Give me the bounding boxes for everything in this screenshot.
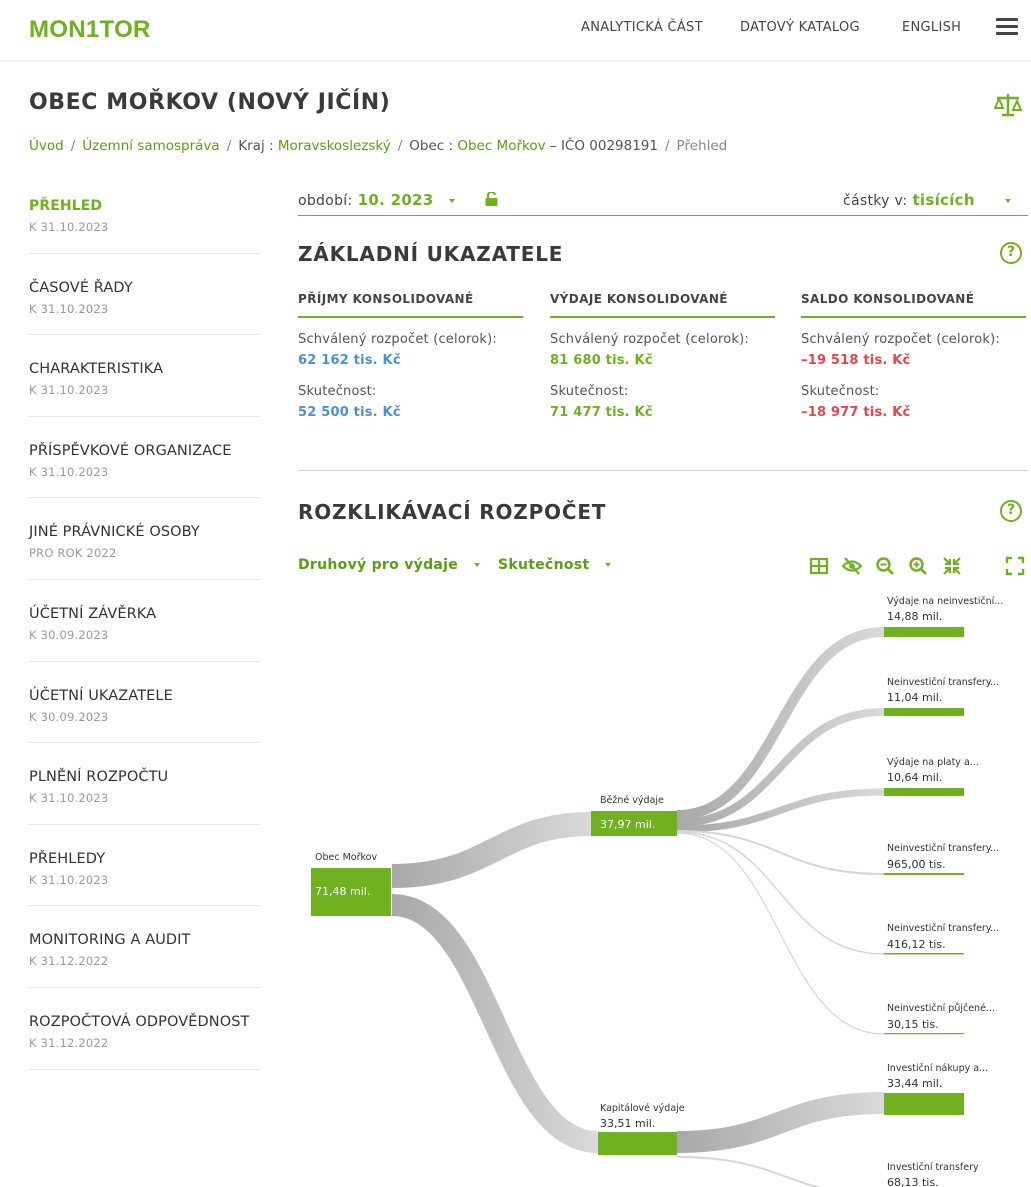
tree-leaf-value: 14,88 mil. bbox=[887, 610, 942, 623]
tree-leaf[interactable]: Neinvestiční transfery... 416,12 tis. bbox=[884, 923, 999, 955]
tree-leaf-name: Neinvestiční transfery... bbox=[887, 923, 999, 934]
tree-leaf-bar bbox=[884, 627, 964, 637]
tree-leaf[interactable]: Výdaje na neinvestiční... 14,88 mil. bbox=[884, 596, 1003, 637]
tree-leaf-value: 416,12 tis. bbox=[887, 938, 946, 951]
tree-leaf-value: 30,15 tis. bbox=[887, 1018, 939, 1031]
tree-node-value: 33,51 mil. bbox=[600, 1117, 655, 1130]
tree-node-name: Obec Mořkov bbox=[315, 852, 377, 863]
tree-link bbox=[676, 831, 885, 955]
tree-link bbox=[676, 830, 885, 875]
tree-node-bar bbox=[598, 1132, 677, 1155]
tree-leaf[interactable]: Neinvestiční transfery... 11,04 mil. bbox=[884, 677, 999, 716]
tree-leaf-name: Neinvestiční transfery... bbox=[887, 843, 999, 854]
tree-link bbox=[390, 894, 600, 1153]
tree-leaf-value: 68,13 tis. bbox=[887, 1176, 939, 1187]
tree-leaf-name: Neinvestiční půjčené... bbox=[887, 1003, 995, 1014]
tree-node-root[interactable]: Obec Mořkov 71,48 mil. bbox=[311, 852, 391, 916]
tree-leaf[interactable]: Investiční nákupy a... 33,44 mil. bbox=[884, 1063, 988, 1115]
tree-leaf-value: 11,04 mil. bbox=[887, 691, 942, 704]
tree-leaf[interactable]: Investiční transfery 68,13 tis. bbox=[887, 1162, 979, 1187]
tree-leaf-bar bbox=[884, 1093, 964, 1115]
tree-link bbox=[676, 627, 885, 820]
budget-tree-chart: Obec Mořkov 71,48 mil. Běžné výdaje 37,9… bbox=[311, 596, 1003, 1187]
tree-link bbox=[391, 812, 592, 888]
tree-leaf-name: Investiční transfery bbox=[887, 1162, 979, 1173]
tree-leaf-bar bbox=[884, 1033, 964, 1035]
tree-leaf[interactable]: Neinvestiční transfery... 965,00 tis. bbox=[884, 843, 999, 875]
tree-link bbox=[676, 832, 885, 1035]
tree-node-kapitalove-vydaje[interactable]: Kapitálové výdaje 33,51 mil. bbox=[598, 1103, 685, 1155]
tree-leaf-value: 10,64 mil. bbox=[887, 771, 942, 784]
tree-leaf[interactable]: Neinvestiční půjčené... 30,15 tis. bbox=[884, 1003, 995, 1035]
tree-leaf-name: Výdaje na platy a... bbox=[887, 757, 979, 768]
tree-leaf-name: Výdaje na neinvestiční... bbox=[887, 596, 1003, 607]
tree-node-name: Kapitálové výdaje bbox=[600, 1103, 685, 1114]
tree-leaf-name: Investiční nákupy a... bbox=[887, 1063, 988, 1074]
tree-node-bezne-vydaje[interactable]: Běžné výdaje 37,97 mil. bbox=[591, 795, 677, 836]
tree-link bbox=[676, 1092, 885, 1153]
tree-leaf-value: 33,44 mil. bbox=[887, 1077, 942, 1090]
tree-leaf-bar bbox=[884, 953, 964, 955]
tree-node-value: 37,97 mil. bbox=[600, 818, 655, 831]
tree-leaf-bar bbox=[884, 873, 964, 875]
tree-link bbox=[676, 1156, 822, 1187]
tree-leaf[interactable]: Výdaje na platy a... 10,64 mil. bbox=[884, 757, 979, 796]
tree-leaf-value: 965,00 tis. bbox=[887, 858, 946, 871]
tree-node-value: 71,48 mil. bbox=[315, 885, 370, 898]
tree-node-name: Běžné výdaje bbox=[600, 795, 664, 806]
tree-leaf-bar bbox=[884, 788, 964, 796]
tree-leaf-bar bbox=[884, 708, 964, 716]
tree-leaf-name: Neinvestiční transfery... bbox=[887, 677, 999, 688]
